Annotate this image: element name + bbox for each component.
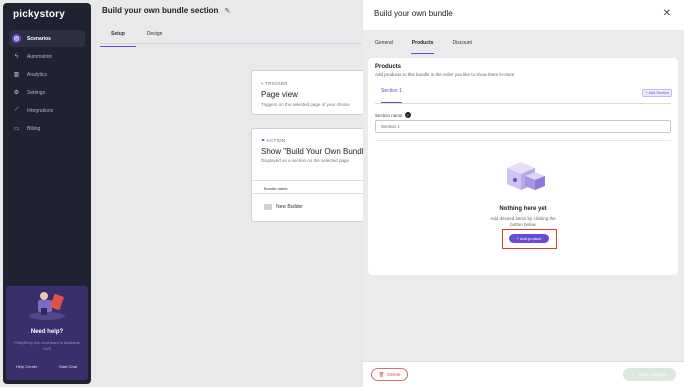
sidebar-nav: ◎ Scenarios ϟ Automation ▥ Analytics ⚙ S…	[9, 30, 85, 138]
bundle-name-header: Bundle name	[264, 186, 288, 191]
action-card[interactable]: ⚑ ACTION Show "Build Your Own Bundle" Di…	[251, 128, 381, 222]
save-changes-button[interactable]: ✓ Save changes	[623, 368, 676, 381]
page-title: Build your own bundle section	[102, 6, 219, 15]
sidebar-item-settings[interactable]: ⚙ Settings	[9, 84, 85, 101]
action-title: Show "Build Your Own Bundle"	[261, 147, 371, 156]
drawer-header: Build your own bundle ✕	[363, 0, 684, 30]
plug-icon: ⟋	[14, 107, 19, 113]
page-header: Build your own bundle section ✎	[102, 6, 230, 15]
app-logo[interactable]: pickystory	[13, 9, 65, 20]
sidebar: pickystory ◎ Scenarios ϟ Automation ▥ An…	[3, 3, 91, 384]
close-icon[interactable]: ✕	[663, 9, 671, 19]
tab-products[interactable]: Products	[410, 37, 435, 54]
bundle-row-name: New Builder	[276, 204, 303, 210]
help-title: Need help?	[30, 329, 64, 335]
help-question-icon[interactable]: ?	[404, 112, 411, 118]
sidebar-item-analytics[interactable]: ▥ Analytics	[9, 66, 85, 83]
empty-boxes-illustration	[507, 162, 545, 190]
trigger-subtitle: Triggers on the selected page of your ch…	[261, 102, 350, 107]
sidebar-item-automation[interactable]: ϟ Automation	[9, 48, 85, 65]
help-center-link[interactable]: Help Center	[16, 364, 37, 369]
tab-discount[interactable]: Discount	[451, 37, 472, 54]
tab-design[interactable]: Design	[136, 28, 174, 47]
tabs-divider	[100, 43, 362, 44]
delete-label: Delete	[387, 372, 401, 377]
save-label: Save changes	[638, 372, 668, 377]
drawer-title: Build your own bundle	[374, 9, 453, 18]
bundle-thumbnail	[264, 204, 272, 210]
bundle-drawer: Build your own bundle ✕ General Products…	[363, 0, 684, 387]
save-icon: ✓	[631, 371, 636, 377]
sidebar-item-label: Settings	[27, 89, 46, 96]
trigger-title: Page view	[261, 90, 298, 99]
help-text: PickyStory live chat team is Available 2…	[14, 340, 80, 351]
trigger-card[interactable]: ϟ TRIGGER Page view Triggers on the sele…	[251, 70, 381, 115]
sidebar-item-label: Integrations	[27, 107, 54, 114]
edit-pencil-icon[interactable]: ✎	[224, 7, 230, 15]
action-kicker: ⚑ ACTION	[261, 138, 286, 143]
bolt-icon: ϟ	[14, 53, 19, 60]
tab-general[interactable]: General	[374, 37, 394, 54]
help-illustration	[29, 292, 65, 320]
help-card: Need help? PickyStory live chat team is …	[6, 286, 88, 380]
empty-state-description: Add desired items by clicking the button…	[490, 216, 556, 227]
section-name-input[interactable]	[375, 120, 671, 133]
add-section-button[interactable]: + Add Section	[642, 89, 672, 97]
sidebar-item-label: Scenarios	[27, 35, 51, 42]
start-chat-link[interactable]: Start Chat	[59, 364, 77, 369]
empty-state-divider	[375, 140, 671, 141]
tab-section-1[interactable]: Section 1	[381, 88, 402, 103]
highlight-box	[502, 229, 557, 249]
chart-icon: ▥	[13, 72, 20, 78]
drawer-footer: 🗑 Delete ✓ Save changes	[363, 361, 684, 387]
bundle-row[interactable]: New Builder	[264, 204, 303, 210]
card-icon: ▭	[13, 126, 20, 132]
products-title: Products	[375, 64, 402, 70]
sidebar-item-scenarios[interactable]: ◎ Scenarios	[9, 30, 85, 47]
empty-state-title: Nothing here yet	[499, 206, 547, 212]
action-subtitle: Displayed as a section on the selected p…	[261, 158, 350, 163]
delete-button[interactable]: 🗑 Delete	[371, 368, 408, 381]
sidebar-item-label: Analytics	[27, 71, 48, 78]
page-tabs: Setup Design	[100, 28, 173, 47]
sidebar-item-label: Billing	[27, 125, 41, 132]
sidebar-item-billing[interactable]: ▭ Billing	[9, 120, 85, 137]
gear-icon: ⚙	[13, 90, 20, 96]
section-name-label: Section name ?	[375, 112, 411, 118]
scenarios-icon: ◎	[12, 34, 21, 43]
products-panel: Products Add products to this bundle in …	[368, 58, 678, 275]
action-card-divider	[253, 193, 381, 194]
sidebar-item-label: Automation	[27, 53, 53, 60]
section-tabs-divider	[375, 103, 671, 104]
products-description: Add products to this bundle in the order…	[375, 72, 515, 77]
trigger-kicker: ϟ TRIGGER	[261, 81, 288, 86]
sidebar-item-integrations[interactable]: ⟋ Integrations	[9, 102, 85, 119]
trash-icon: 🗑	[378, 371, 385, 377]
tab-setup[interactable]: Setup	[100, 28, 136, 47]
drawer-tabs: General Products Discount	[374, 37, 490, 54]
action-card-divider	[253, 180, 381, 181]
